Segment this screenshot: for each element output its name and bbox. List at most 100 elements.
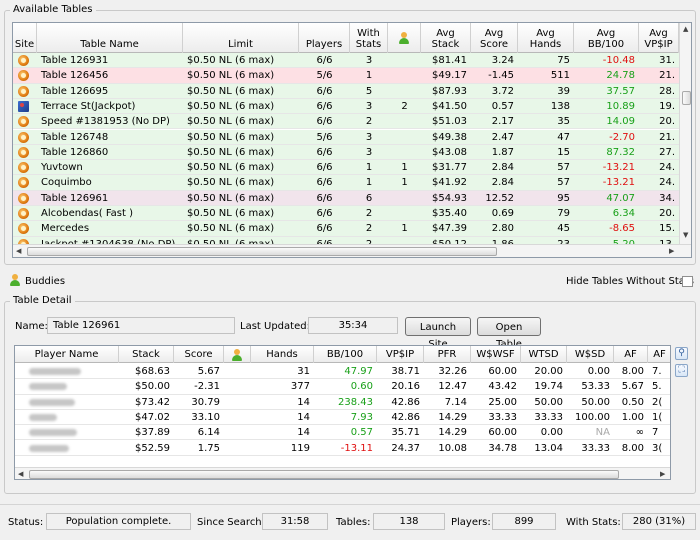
tables-column-header[interactable]: Avg Score: [471, 23, 518, 53]
players-column-header[interactable]: PFR: [424, 346, 471, 363]
table-cell-buddies: [388, 206, 421, 221]
player-cell-pfr: 7.14: [444, 396, 467, 408]
buddies-label[interactable]: Buddies: [25, 276, 65, 287]
table-cell-limit: $0.50 NL (6 max): [187, 55, 275, 66]
player-cell-af: 8.00: [621, 366, 644, 377]
link-icon[interactable]: ⚲: [675, 347, 688, 360]
table-cell-limit: $0.50 NL (6 max): [187, 85, 275, 97]
hide-tables-checkbox[interactable]: [682, 276, 693, 287]
player-row[interactable]: $50.00 -2.31 377 0.60 20.16 12.47 43.42 19.74 53…: [15, 379, 670, 395]
player-cell-bb100: 238.43: [338, 396, 373, 408]
tables-grid[interactable]: Site Table Name Limit Players With Stats Avg …: [12, 22, 692, 258]
status-label: Status:: [8, 517, 44, 528]
players-horizontal-scrollbar[interactable]: ◀ ▶: [15, 467, 670, 479]
player-cell-wtsd: 50.00: [534, 396, 563, 408]
table-row[interactable]: Table 126860 $0.50 NL (6 max) 6/6 3 $43.08 1.…: [13, 144, 679, 161]
player-cell-wsd: 53.33: [581, 381, 610, 393]
open-table-button[interactable]: Open Table: [477, 317, 541, 350]
table-cell-players: 6/6: [316, 192, 333, 204]
table-cell-avg-vpip: 20.: [659, 116, 675, 128]
player-row[interactable]: $68.63 5.67 31 47.97 38.71 32.26 60.00 20.00 0.0…: [15, 364, 670, 380]
tables-column-header[interactable]: Table Name: [37, 23, 183, 53]
tables-column-header[interactable]: With Stats: [350, 23, 388, 53]
tables-column-header[interactable]: Avg Hands: [518, 23, 574, 53]
tables-vertical-scrollbar[interactable]: ▲ ▼: [679, 23, 691, 244]
table-cell-name: Mercedes: [41, 223, 90, 235]
table-cell-avg-score: 3.24: [491, 55, 514, 66]
player-name-redacted: [15, 441, 119, 456]
players-column-header[interactable]: VP$IP: [377, 346, 424, 363]
players-grid[interactable]: Player Name Stack Score Hands BB/100 VP$IP PFR…: [14, 345, 671, 480]
players-column-header[interactable]: AF: [648, 346, 670, 363]
launch-site-button[interactable]: Launch Site: [405, 317, 471, 350]
scroll-left-icon[interactable]: ◀: [16, 247, 21, 255]
scroll-left-icon[interactable]: ◀: [18, 470, 23, 478]
tables-vscroll-thumb[interactable]: [682, 91, 691, 105]
player-row[interactable]: $37.89 6.14 14 0.57 35.71 14.29 60.00 0.00 NA ∞ 7: [15, 425, 670, 441]
table-row[interactable]: Speed #1381953 (No DP) $0.50 NL (6 max) 6/…: [13, 114, 679, 130]
players-column-header[interactable]: BB/100: [314, 346, 377, 363]
tables-horizontal-scrollbar[interactable]: ◀ ▶: [13, 244, 691, 257]
tables-column-header[interactable]: Limit: [183, 23, 299, 53]
players-column-header[interactable]: W$SD: [567, 346, 614, 363]
players-column-header[interactable]: W$WSF: [471, 346, 521, 363]
player-cell-score: 5.67: [197, 366, 220, 377]
table-cell-avg-bb100: 87.32: [606, 146, 635, 158]
buddies-icon[interactable]: [9, 274, 21, 286]
expand-icon[interactable]: ⛶: [675, 364, 688, 377]
players-column-header[interactable]: Hands: [251, 346, 314, 363]
tables-column-header[interactable]: Avg VP$IP: [639, 23, 679, 53]
player-name-redacted: [15, 425, 119, 440]
player-cell-vpip: 42.86: [391, 396, 420, 408]
player-row[interactable]: $47.02 33.10 14 7.93 42.86 14.29 33.33 33.33 100…: [15, 409, 670, 426]
players-column-header[interactable]: Stack: [119, 346, 174, 363]
table-cell-with-stats: 3: [365, 100, 373, 112]
players-column-header[interactable]: [224, 346, 251, 363]
player-cell-score: 30.79: [191, 396, 220, 408]
scroll-up-icon[interactable]: ▲: [683, 25, 688, 33]
table-row[interactable]: Yuvtown $0.50 NL (6 max) 6/6 1 1 $31.77 2.84 57…: [13, 160, 679, 176]
table-cell-avg-hands: 47: [557, 131, 570, 143]
player-cell-wsd: NA: [595, 427, 610, 439]
scroll-right-icon[interactable]: ▶: [669, 247, 674, 255]
table-row[interactable]: Table 126456 $0.50 NL (6 max) 5/6 1 $49.17 -1…: [13, 68, 679, 84]
table-row[interactable]: Table 126961 $0.50 NL (6 max) 6/6 6 $54.93 12…: [13, 190, 679, 206]
players-count-field: 899: [492, 513, 556, 530]
tables-column-header[interactable]: Avg Stack: [421, 23, 471, 53]
tables-column-header[interactable]: Players: [299, 23, 350, 53]
scroll-right-icon[interactable]: ▶: [660, 470, 665, 478]
table-cell-avg-bb100: 14.09: [606, 116, 635, 128]
table-cell-limit: $0.50 NL (6 max): [187, 116, 275, 128]
buddy-cell: [224, 441, 251, 456]
tables-hscroll-thumb[interactable]: [27, 247, 497, 256]
table-cell-with-stats: 2: [365, 208, 373, 219]
tables-column-header[interactable]: [388, 23, 421, 53]
players-column-header[interactable]: WTSD: [521, 346, 567, 363]
table-row[interactable]: Table 126695 $0.50 NL (6 max) 6/6 5 $87.93 3.…: [13, 83, 679, 99]
scroll-down-icon[interactable]: ▼: [683, 231, 688, 239]
player-row[interactable]: $52.59 1.75 119 -13.11 24.37 10.08 34.78 13.04 3…: [15, 440, 670, 456]
players-column-header[interactable]: Score: [174, 346, 224, 363]
table-row[interactable]: Terrace St(Jackpot) $0.50 NL (6 max) 6/6 3 2…: [13, 98, 679, 115]
player-cell-wwsf: 25.00: [488, 396, 517, 408]
table-name-field[interactable]: Table 126961: [47, 317, 235, 334]
tables-column-header[interactable]: Site: [13, 23, 37, 53]
players-column-header[interactable]: AF: [614, 346, 648, 363]
site-orange-icon: [13, 221, 37, 236]
table-row[interactable]: Mercedes $0.50 NL (6 max) 6/6 2 1 $47.39 2.80 4…: [13, 221, 679, 237]
player-row[interactable]: $73.42 30.79 14 238.43 42.86 7.14 25.00 50.00 50…: [15, 394, 670, 410]
players-hscroll-thumb[interactable]: [29, 470, 619, 479]
table-row[interactable]: Coquimbo $0.50 NL (6 max) 6/6 1 1 $41.92 2.84 5…: [13, 175, 679, 191]
table-cell-avg-bb100: 37.57: [606, 85, 635, 97]
table-row[interactable]: Alcobendas( Fast ) $0.50 NL (6 max) 6/6 2 $3…: [13, 206, 679, 222]
table-cell-avg-bb100: -2.70: [609, 131, 635, 143]
players-column-header[interactable]: Player Name: [15, 346, 119, 363]
table-row[interactable]: Table 126931 $0.50 NL (6 max) 6/6 3 $81.41 3.…: [13, 53, 679, 69]
table-cell-avg-bb100: 47.07: [606, 192, 635, 204]
tables-column-header[interactable]: Avg BB/100: [574, 23, 639, 53]
table-cell-avg-hands: 138: [550, 100, 570, 112]
player-cell-af2: 2(: [652, 396, 663, 408]
hide-tables-label[interactable]: Hide Tables Without Stats: [566, 276, 694, 287]
table-row[interactable]: Table 126748 $0.50 NL (6 max) 5/6 3 $49.38 2.…: [13, 129, 679, 145]
table-cell-avg-vpip: 21.: [659, 70, 675, 82]
